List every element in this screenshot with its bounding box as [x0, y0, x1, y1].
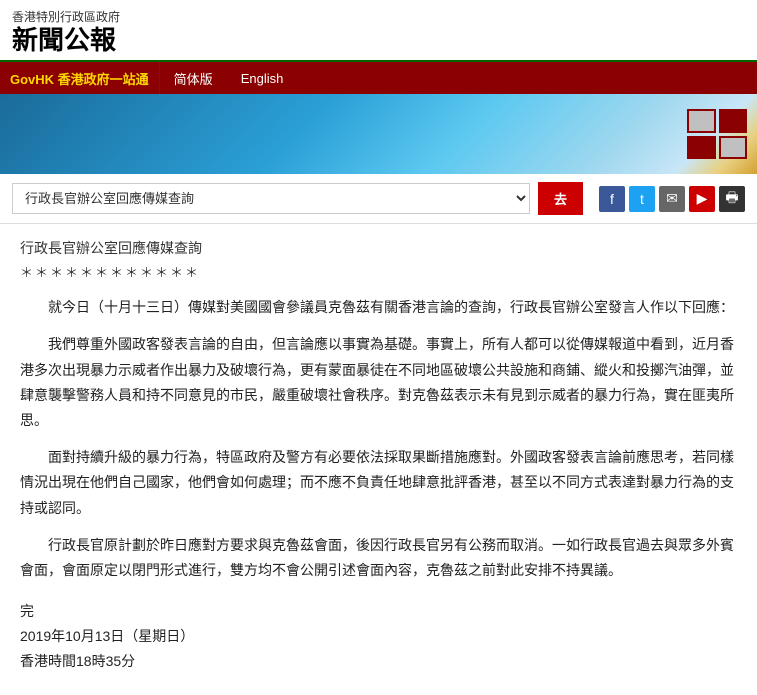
gov-label: 香港特別行政區政府	[12, 8, 745, 25]
logo-block-2	[719, 109, 748, 133]
youtube-icon[interactable]: ▶	[689, 186, 715, 212]
nav-bar: GovHK 香港政府一站通 简体版 English	[0, 62, 757, 94]
nav-simplified[interactable]: 简体版	[160, 62, 227, 94]
time-label: 香港時間18時35分	[20, 649, 737, 674]
paragraph-2: 我們尊重外國政客發表言論的自由，但言論應以事實為基礎。事實上，所有人都可以從傳媒…	[20, 332, 737, 433]
content-body: 就今日（十月十三日）傳媒對美國國會參議員克魯茲有關香港言論的查詢，行政長官辦公室…	[20, 295, 737, 583]
logo-block-3	[687, 136, 716, 160]
content-area: 行政長官辦公室回應傳媒查詢 ＊＊＊＊＊＊＊＊＊＊＊＊ 就今日（十月十三日）傳媒對…	[0, 224, 757, 694]
content-footer: 完 2019年10月13日（星期日） 香港時間18時35分	[20, 599, 737, 675]
social-icons: f t ✉ ▶ 🖶	[599, 186, 745, 212]
date-label: 2019年10月13日（星期日）	[20, 624, 737, 649]
content-title: 行政長官辦公室回應傳媒查詢	[20, 238, 737, 258]
dept-select[interactable]: 行政長官辦公室回應傳媒查詢	[12, 183, 530, 214]
banner	[0, 94, 757, 174]
go-button[interactable]: 去	[538, 182, 583, 215]
paragraph-3: 面對持續升級的暴力行為，特區政府及警方有必要依法採取果斷措施應對。外國政客發表言…	[20, 445, 737, 521]
govhk-label: GovHK 香港政府一站通	[10, 69, 149, 88]
end-label: 完	[20, 599, 737, 624]
divider-stars: ＊＊＊＊＊＊＊＊＊＊＊＊	[20, 262, 737, 281]
twitter-icon[interactable]: t	[629, 186, 655, 212]
paragraph-4: 行政長官原計劃於昨日應對方要求與克魯茲會面，後因行政長官另有公務而取消。一如行政…	[20, 533, 737, 583]
logo-block-4	[719, 136, 748, 160]
banner-logo	[687, 109, 747, 159]
top-header: 香港特別行政區政府 新聞公報	[0, 0, 757, 62]
site-title: 新聞公報	[12, 25, 745, 56]
facebook-icon[interactable]: f	[599, 186, 625, 212]
nav-english[interactable]: English	[227, 62, 298, 94]
print-icon[interactable]: 🖶	[719, 186, 745, 212]
paragraph-1: 就今日（十月十三日）傳媒對美國國會參議員克魯茲有關香港言論的查詢，行政長官辦公室…	[20, 295, 737, 320]
dropdown-row: 行政長官辦公室回應傳媒查詢 去 f t ✉ ▶ 🖶	[0, 174, 757, 224]
email-icon[interactable]: ✉	[659, 186, 685, 212]
logo-block-1	[687, 109, 716, 133]
nav-govhk[interactable]: GovHK 香港政府一站通	[0, 62, 160, 94]
